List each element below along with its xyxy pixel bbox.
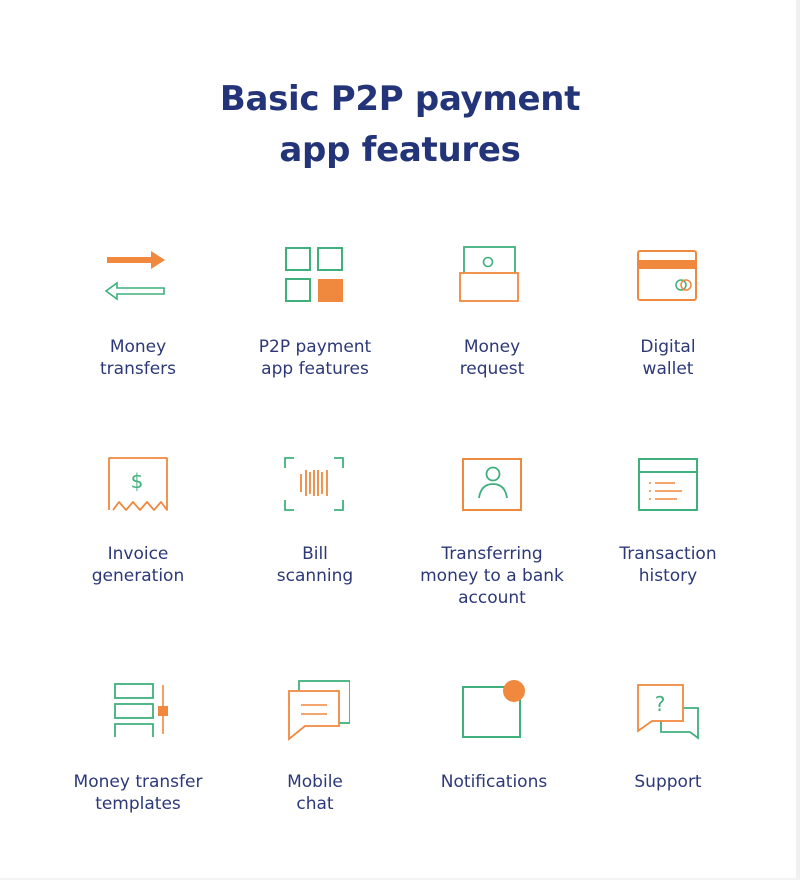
invoice-receipt-icon: $: [103, 452, 173, 522]
arrows-exchange-icon: [103, 240, 173, 310]
barcode-scan-icon: [280, 452, 350, 522]
money-envelope-icon: [457, 240, 527, 310]
label-line: scanning: [276, 566, 354, 586]
feature-label: Money transfer templates: [48, 771, 228, 815]
feature-label: Support: [578, 771, 758, 793]
label-line: money to a bank: [420, 566, 564, 586]
label-line: templates: [95, 794, 181, 814]
feature-label: Digital wallet: [578, 336, 758, 380]
feature-label: Money transfers: [48, 336, 228, 380]
page-title: Basic P2P payment app features: [0, 74, 800, 176]
label-line: Money: [109, 337, 167, 357]
templates-slider-icon: [103, 677, 173, 747]
support-question-icon: ?: [633, 677, 703, 747]
feature-label: Transaction history: [578, 543, 758, 587]
grid-squares-icon: [280, 240, 350, 310]
label-line: transfers: [100, 359, 176, 379]
label-line: Notifications: [440, 772, 548, 792]
label-line: request: [459, 359, 525, 379]
feature-label: Notifications: [404, 771, 584, 793]
label-line: generation: [91, 566, 185, 586]
credit-card-icon: [633, 240, 703, 310]
chat-bubbles-icon: [280, 677, 350, 747]
svg-text:?: ?: [655, 692, 666, 716]
label-line: app features: [261, 359, 369, 379]
title-line-2: app features: [279, 130, 521, 170]
label-line: Support: [634, 772, 702, 792]
history-list-icon: [633, 452, 703, 522]
label-line: chat: [296, 794, 334, 814]
svg-text:$: $: [131, 469, 144, 493]
label-line: account: [458, 588, 526, 608]
feature-label: P2P payment app features: [225, 336, 405, 380]
label-line: Bill: [302, 544, 328, 564]
label-line: Mobile: [287, 772, 343, 792]
feature-label: Mobile chat: [225, 771, 405, 815]
label-line: wallet: [642, 359, 694, 379]
label-line: Invoice: [107, 544, 169, 564]
label-line: Money transfer: [73, 772, 203, 792]
label-line: Digital: [640, 337, 696, 357]
feature-label: Bill scanning: [225, 543, 405, 587]
label-line: Transferring: [441, 544, 543, 564]
feature-label: Money request: [402, 336, 582, 380]
label-line: history: [638, 566, 698, 586]
notification-badge-icon: [459, 677, 529, 747]
feature-label: Transferring money to a bank account: [402, 543, 582, 609]
label-line: Money: [463, 337, 521, 357]
user-profile-icon: [457, 452, 527, 522]
label-line: Transaction: [619, 544, 717, 564]
label-line: P2P payment: [258, 337, 372, 357]
title-line-1: Basic P2P payment: [219, 79, 581, 119]
feature-label: Invoice generation: [48, 543, 228, 587]
